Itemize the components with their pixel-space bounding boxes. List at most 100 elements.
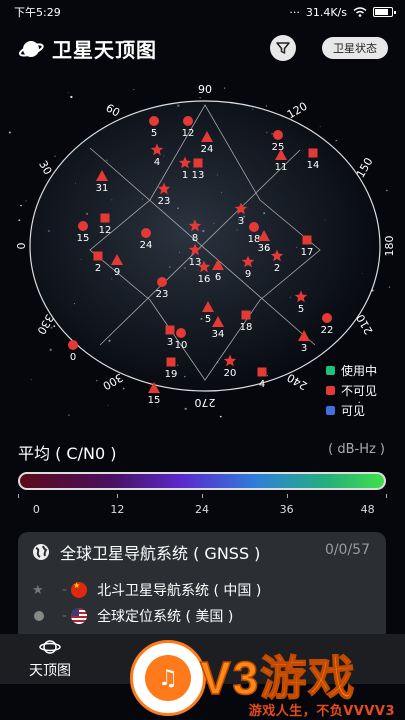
satellite-marker[interactable]: 18 bbox=[240, 310, 253, 334]
satellite-circle-icon bbox=[149, 116, 159, 126]
satellite-marker[interactable]: 4 bbox=[257, 367, 267, 391]
dot-indicator-icon bbox=[32, 611, 58, 621]
satellite-marker[interactable]: 2 bbox=[93, 251, 103, 275]
satellite-id-label: 10 bbox=[175, 340, 188, 351]
satellite-id-label: 15 bbox=[148, 395, 161, 406]
legend-label: 不可见 bbox=[341, 383, 378, 398]
filter-icon bbox=[276, 42, 290, 54]
satellite-marker[interactable]: 3 bbox=[165, 325, 175, 349]
satellite-id-label: 17 bbox=[301, 247, 314, 258]
planet-icon bbox=[39, 640, 61, 654]
satellite-square-icon bbox=[241, 310, 251, 320]
satellite-marker[interactable]: 0 bbox=[68, 340, 78, 363]
satellite-id-label: 3 bbox=[167, 337, 173, 348]
satellite-id-label: 4 bbox=[154, 157, 160, 168]
row-dash: - bbox=[62, 582, 68, 598]
legend-item-invisible: 不可见 bbox=[326, 380, 377, 400]
satellite-square-icon bbox=[308, 148, 318, 158]
satellite-marker[interactable]: 15 bbox=[77, 221, 90, 244]
satellite-marker[interactable]: 24 bbox=[140, 228, 153, 251]
satellite-circle-icon bbox=[78, 221, 88, 231]
network-speed: 31.4K/s bbox=[305, 5, 347, 19]
ad-banner[interactable]: ♫ V3游戏 游戏人生，不负VVVV3 bbox=[120, 638, 405, 720]
satellite-marker[interactable]: 19 bbox=[165, 357, 178, 381]
background-star bbox=[319, 125, 321, 128]
background-star bbox=[30, 379, 32, 381]
satellite-id-label: 34 bbox=[212, 329, 225, 340]
background-star bbox=[133, 88, 135, 90]
filter-button[interactable] bbox=[270, 35, 296, 61]
azimuth-label: 30 bbox=[36, 158, 54, 177]
background-star bbox=[95, 379, 98, 382]
system-row-gps[interactable]: - 全球定位系统 ( 美国 ) bbox=[32, 606, 233, 626]
background-star bbox=[25, 200, 27, 202]
satellite-marker[interactable]: 18 bbox=[248, 222, 261, 245]
azimuth-label: 90 bbox=[198, 83, 212, 96]
satellite-square-icon bbox=[193, 158, 203, 168]
satellite-marker[interactable]: 23 bbox=[156, 277, 169, 300]
satellite-circle-icon bbox=[68, 340, 78, 350]
satellite-marker[interactable]: 14 bbox=[307, 148, 320, 172]
gnss-card[interactable]: 全球卫星导航系统 ( GNSS ) 0/0/57 ★ - 北斗卫星导航系统 ( … bbox=[18, 532, 386, 642]
ad-slogan: 游戏人生，不负VVVV3 bbox=[248, 704, 395, 719]
system-row-beidou[interactable]: ★ - 北斗卫星导航系统 ( 中国 ) bbox=[32, 580, 261, 600]
status-icons: ··· 31.4K/s bbox=[289, 5, 396, 19]
cn0-unit: ( dB-Hz ) bbox=[328, 442, 385, 457]
satellite-id-label: 24 bbox=[140, 240, 153, 251]
satellite-marker[interactable]: 12 bbox=[99, 213, 112, 237]
satellite-id-label: 25 bbox=[272, 142, 285, 153]
satellite-marker[interactable]: 25 bbox=[272, 130, 285, 153]
satellite-id-label: 16 bbox=[198, 274, 211, 285]
satellite-marker[interactable]: 17 bbox=[301, 235, 314, 259]
status-time: 下午5:29 bbox=[14, 6, 61, 19]
legend-item-in-use: 使用中 bbox=[326, 360, 377, 380]
legend: 使用中 不可见 可见 bbox=[326, 360, 377, 420]
background-star bbox=[18, 219, 21, 222]
satellite-square-icon bbox=[100, 213, 110, 223]
background-star bbox=[219, 415, 222, 418]
satellite-id-label: 8 bbox=[192, 233, 198, 244]
background-star bbox=[386, 189, 388, 192]
cn0-title: 平均 ( C/N0 ) bbox=[18, 444, 117, 463]
satellite-marker[interactable]: 22 bbox=[321, 313, 334, 336]
satellite-status-button[interactable]: 卫星状态 bbox=[322, 37, 388, 59]
satellite-id-label: 4 bbox=[259, 379, 265, 390]
satellite-id-label: 24 bbox=[201, 144, 214, 155]
satellite-id-label: 12 bbox=[99, 225, 112, 236]
background-star bbox=[265, 105, 268, 107]
satellite-circle-icon bbox=[249, 222, 259, 232]
background-star bbox=[49, 348, 52, 351]
satellite-id-label: 1 bbox=[182, 170, 188, 181]
cn0-tick bbox=[286, 494, 288, 498]
tab-sky-plot[interactable]: 天顶图 bbox=[10, 636, 90, 680]
satellite-marker[interactable]: 10 bbox=[175, 328, 188, 351]
background-star bbox=[53, 325, 56, 327]
cn0-tick-label: 36 bbox=[279, 503, 294, 516]
cn0-tick bbox=[18, 494, 19, 498]
satellite-id-label: 3 bbox=[301, 343, 307, 354]
cn0-tick-label: 0 bbox=[32, 503, 40, 516]
satellite-square-icon bbox=[93, 251, 103, 261]
azimuth-label: 0 bbox=[14, 243, 27, 250]
satellite-id-label: 2 bbox=[274, 263, 280, 274]
legend-label: 可见 bbox=[341, 403, 366, 418]
satellite-id-label: 5 bbox=[298, 304, 304, 315]
satellite-circle-icon bbox=[157, 277, 167, 287]
azimuth-label: 330 bbox=[34, 312, 56, 337]
music-note-icon: ♫ bbox=[145, 655, 191, 701]
system-name: 全球定位系统 ( 美国 ) bbox=[97, 609, 234, 625]
system-name: 北斗卫星导航系统 ( 中国 ) bbox=[97, 583, 262, 599]
cn0-tick bbox=[202, 494, 203, 498]
satellite-circle-icon bbox=[273, 130, 283, 140]
azimuth-label: 150 bbox=[354, 155, 376, 180]
legend-swatch bbox=[326, 385, 335, 395]
cn0-gradient-bar bbox=[18, 472, 386, 490]
gnss-count: 0/0/57 bbox=[324, 542, 370, 558]
satellite-circle-icon bbox=[141, 228, 151, 238]
satellite-marker[interactable]: 13 bbox=[192, 158, 205, 182]
satellite-id-label: 9 bbox=[114, 267, 120, 278]
cn0-tick-label: 24 bbox=[195, 503, 209, 516]
cn0-tick-label: 12 bbox=[110, 503, 125, 516]
satellite-marker[interactable]: 12 bbox=[182, 116, 195, 139]
background-star bbox=[68, 414, 70, 416]
